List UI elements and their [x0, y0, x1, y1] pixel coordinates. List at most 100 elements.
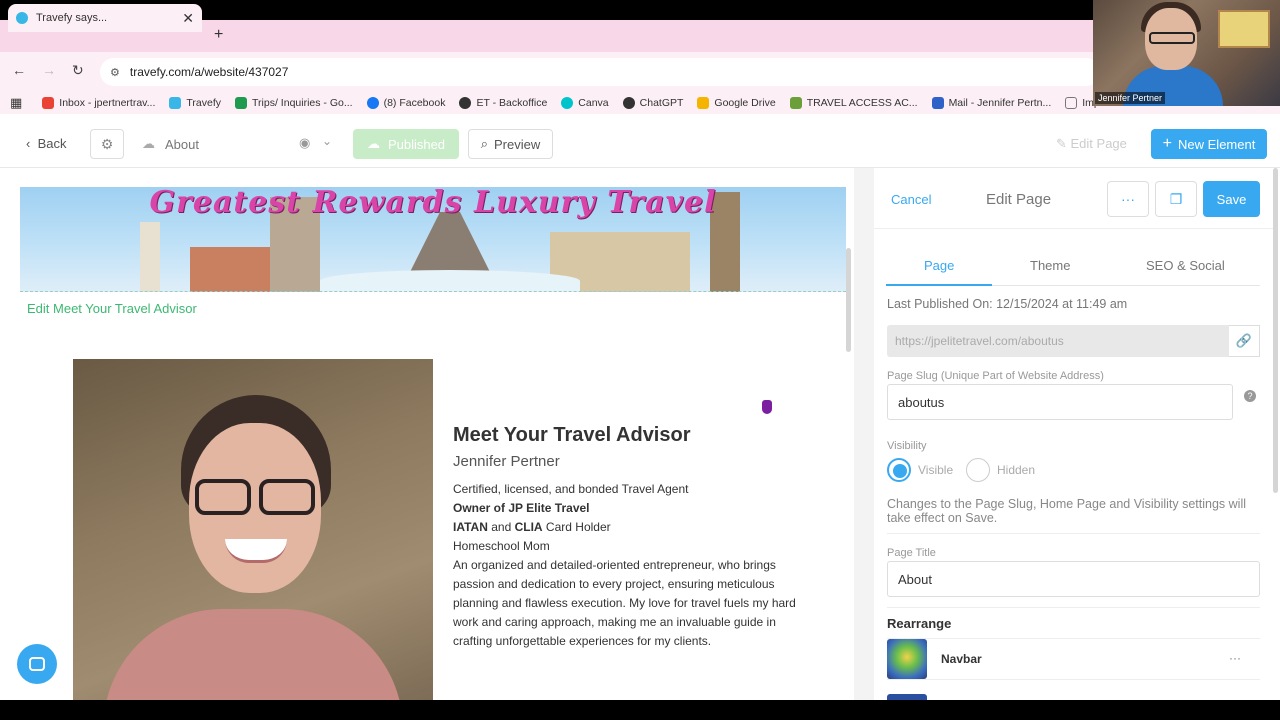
rearrange-item-name: Navbar	[941, 652, 982, 666]
page-settings-button[interactable]: ⚙	[90, 129, 124, 159]
tab-page[interactable]: Page	[924, 258, 954, 273]
slug-label: Page Slug (Unique Part of Website Addres…	[887, 370, 1104, 382]
duplicate-button[interactable]: ❐	[1155, 181, 1197, 217]
site-settings-icon[interactable]: ⚙	[110, 66, 120, 79]
visibility-label: Visibility	[887, 440, 927, 452]
banner-globe	[320, 270, 580, 292]
mouse-cursor	[762, 400, 772, 414]
bookmark-et-backoffice[interactable]: ET - Backoffice	[459, 97, 547, 109]
eye-icon[interactable]: ◉	[299, 135, 310, 151]
pencil-icon: ✎	[1056, 136, 1071, 151]
visible-radio-label: Visible	[918, 463, 954, 477]
photo-glasses-left	[195, 479, 251, 515]
section-divider	[20, 291, 846, 292]
cloud-icon: ☁	[142, 136, 155, 151]
cloud-icon: ☁	[366, 136, 380, 151]
page-title-label: Page Title	[887, 547, 936, 559]
address-bar[interactable]: ⚙ travefy.com/a/website/437027	[100, 58, 1100, 86]
edit-page-button[interactable]: ✎ Edit Page	[1056, 136, 1127, 152]
browser-tab[interactable]: Travefy says... ✕	[8, 4, 202, 32]
gear-icon: ⚙	[100, 135, 114, 152]
photo-body	[103, 609, 403, 700]
open-link-button[interactable]: 🔗	[1229, 325, 1260, 357]
webcam-background-poster	[1218, 10, 1270, 48]
tab-seo-social[interactable]: SEO & Social	[1146, 258, 1225, 273]
tab-title: Travefy says...	[36, 12, 108, 24]
close-tab-icon[interactable]: ✕	[182, 10, 194, 27]
bookmark-canva[interactable]: Canva	[561, 97, 609, 109]
new-tab-button[interactable]: +	[214, 26, 223, 44]
webcam-name-label: Jennifer Pertner	[1095, 92, 1166, 104]
last-published-text: Last Published On: 12/15/2024 at 11:49 a…	[887, 297, 1128, 311]
chat-icon	[29, 657, 45, 671]
bookmark-google-drive[interactable]: Google Drive	[697, 97, 776, 109]
more-icon: ···	[1121, 191, 1135, 207]
chat-widget-button[interactable]	[17, 644, 57, 684]
advisor-line-credentials: Certified, licensed, and bonded Travel A…	[453, 482, 689, 496]
reload-icon[interactable]: ↻	[72, 62, 84, 79]
section-divider-1	[887, 533, 1260, 534]
travefy-tab-icon	[16, 12, 28, 24]
photo-glasses-right	[259, 479, 315, 515]
webcam-person-glasses	[1149, 32, 1195, 44]
advisor-line-homeschool: Homeschool Mom	[453, 539, 550, 553]
rearrange-item-more-icon[interactable]: ···	[1229, 651, 1241, 665]
bottom-black-bar	[0, 700, 1280, 720]
slug-input[interactable]: aboutus	[887, 384, 1233, 420]
back-arrow-icon[interactable]: ←	[12, 62, 26, 78]
banner-image[interactable]: Greatest Rewards Luxury Travel	[20, 187, 846, 292]
address-url: travefy.com/a/website/437027	[129, 65, 289, 79]
navbar-thumbnail	[887, 639, 927, 679]
bookmark-chatgpt[interactable]: ChatGPT	[622, 97, 683, 109]
bookmark-travefy[interactable]: Travefy	[169, 97, 221, 109]
advisor-name: Jennifer Pertner	[453, 453, 560, 470]
published-button[interactable]: ☁ Published	[353, 129, 459, 159]
chevron-down-icon[interactable]: ⌄	[322, 134, 332, 148]
hidden-radio-label: Hidden	[997, 463, 1036, 477]
link-icon: 🔗	[1235, 333, 1253, 348]
hidden-radio[interactable]	[966, 458, 990, 482]
iatan-text: IATAN	[453, 520, 488, 534]
rearrange-heading: Rearrange	[887, 616, 952, 631]
advisor-heading: Meet Your Travel Advisor	[453, 424, 691, 446]
advisor-text-block[interactable]: Meet Your Travel Advisor Jennifer Pertne…	[453, 424, 813, 651]
bookmark-travel-access[interactable]: TRAVEL ACCESS AC...	[789, 97, 918, 109]
panel-title: Edit Page	[986, 191, 1052, 208]
cancel-button[interactable]: Cancel	[891, 192, 931, 207]
advisor-line-cards: IATAN and CLIA Card Holder	[453, 518, 813, 537]
help-icon[interactable]: ?	[1244, 390, 1256, 402]
bookmarks-bar: ▦ Inbox - jpertnertrav... Travefy Trips/…	[0, 92, 1280, 114]
panel-scrollbar[interactable]	[1273, 168, 1278, 493]
new-element-button[interactable]: + New Element	[1151, 129, 1267, 159]
page-title-input[interactable]: About	[887, 561, 1260, 597]
advisor-line-owner: Owner of JP Elite Travel	[453, 501, 590, 515]
bookmark-gmail[interactable]: Inbox - jpertnertrav...	[42, 97, 155, 109]
visible-radio[interactable]	[887, 458, 911, 482]
edit-section-link[interactable]: Edit Meet Your Travel Advisor	[27, 301, 197, 316]
page-url-field: https://jpelitetravel.com/aboutus	[887, 325, 1229, 357]
bookmark-facebook[interactable]: (8) Facebook	[366, 97, 445, 109]
card-holder-text: Card Holder	[542, 520, 611, 534]
panel-header-divider	[874, 228, 1274, 229]
save-button[interactable]: Save	[1203, 181, 1260, 217]
bookmark-mail[interactable]: Mail - Jennifer Pertn...	[931, 97, 1051, 109]
back-button[interactable]: ‹ Back	[26, 136, 66, 151]
preview-button[interactable]: ⌕ Preview	[468, 129, 553, 159]
webcam-overlay: Jennifer Pertner	[1093, 0, 1280, 106]
canvas-scrollbar[interactable]	[846, 248, 851, 352]
page-selector[interactable]: ☁ About	[142, 136, 199, 152]
banner-minaret	[140, 222, 160, 292]
tab-theme[interactable]: Theme	[1030, 258, 1070, 273]
panel-divider	[854, 168, 874, 700]
banner-title: Greatest Rewards Luxury Travel	[149, 187, 717, 220]
chevron-left-icon: ‹	[26, 136, 38, 151]
plus-icon: +	[1162, 135, 1173, 152]
advisor-bio: An organized and detailed-oriented entre…	[453, 558, 796, 648]
forward-arrow-icon[interactable]: →	[42, 62, 56, 78]
advisor-photo[interactable]	[73, 359, 433, 700]
more-options-button[interactable]: ···	[1107, 181, 1149, 217]
bookmark-trips[interactable]: Trips/ Inquiries - Go...	[235, 97, 353, 109]
section-divider-2	[887, 607, 1260, 608]
apps-grid-icon[interactable]: ▦	[10, 95, 22, 111]
banner-building	[190, 247, 280, 292]
